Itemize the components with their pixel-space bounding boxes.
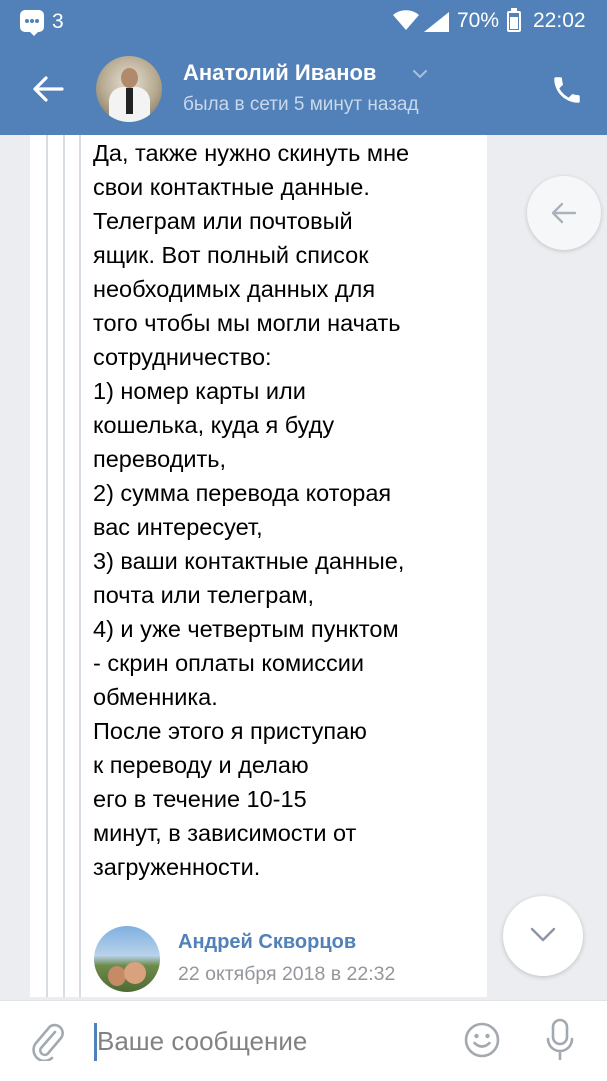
chat-header: Анатолий Иванов была в сети 5 минут наза… bbox=[0, 44, 607, 135]
message-text: Да, также нужно скинуть мне свои контакт… bbox=[93, 136, 473, 884]
message-line: загруженности. bbox=[93, 854, 261, 880]
forward-indicator-line bbox=[79, 135, 81, 997]
wifi-icon bbox=[393, 10, 419, 30]
message-line: 2) сумма перевода которая bbox=[93, 480, 392, 506]
message-line: ящик. Вот полный список bbox=[93, 242, 369, 268]
message-line: свои контактные данные. bbox=[93, 174, 370, 200]
message-line: кошелька, куда я буду bbox=[93, 412, 335, 438]
contact-avatar[interactable] bbox=[96, 56, 162, 122]
message-notification-icon bbox=[20, 10, 44, 36]
message-line: к переводу и делаю bbox=[93, 752, 309, 778]
message-line: - скрин оплаты комиссии bbox=[93, 650, 364, 676]
contact-status: была в сети 5 минут назад bbox=[183, 94, 419, 115]
message-line: почта или телеграм, bbox=[93, 582, 315, 608]
forwarded-sender-avatar[interactable] bbox=[94, 926, 160, 992]
back-arrow-icon[interactable] bbox=[30, 73, 66, 105]
status-bar: 3 70% 22:02 bbox=[0, 0, 607, 44]
microphone-icon[interactable] bbox=[545, 1018, 575, 1062]
message-composer bbox=[0, 1000, 607, 1081]
forwarded-sender-name[interactable]: Андрей Скворцов bbox=[178, 931, 356, 954]
clock: 22:02 bbox=[533, 9, 586, 32]
message-line: вас интересует, bbox=[93, 514, 263, 540]
message-line: 3) ваши контактные данные, bbox=[93, 548, 405, 574]
message-line: 4) и уже четвертым пунктом bbox=[93, 616, 399, 642]
message-line: Да, также нужно скинуть мне bbox=[93, 140, 410, 166]
contact-name[interactable]: Анатолий Иванов bbox=[183, 60, 376, 86]
phone-icon[interactable] bbox=[550, 73, 584, 107]
scroll-back-button[interactable] bbox=[527, 176, 601, 250]
paperclip-icon[interactable] bbox=[30, 1021, 66, 1061]
scroll-down-icon bbox=[530, 927, 556, 942]
message-line: Телеграм или почтовый bbox=[93, 208, 353, 234]
message-line: сотрудничество: bbox=[93, 344, 272, 370]
message-line: минут, в зависимости от bbox=[93, 820, 357, 846]
battery-percent: 70% bbox=[457, 9, 500, 32]
forward-indicator-line bbox=[46, 135, 48, 997]
chevron-down-icon[interactable] bbox=[412, 69, 428, 79]
scroll-down-button[interactable] bbox=[503, 896, 583, 976]
signal-icon bbox=[424, 12, 449, 32]
message-line: 1) номер карты или bbox=[93, 378, 306, 404]
notification-count: 3 bbox=[52, 10, 64, 33]
emoji-icon[interactable] bbox=[463, 1021, 501, 1059]
message-line: переводить, bbox=[93, 446, 227, 472]
message-line: После этого я приступаю bbox=[93, 718, 367, 744]
message-line: того чтобы мы могли начать bbox=[93, 310, 401, 336]
message-input[interactable] bbox=[94, 1019, 447, 1063]
forward-indicator-line bbox=[63, 135, 65, 997]
scroll-back-icon bbox=[551, 202, 577, 224]
message-line: необходимых данных для bbox=[93, 276, 376, 302]
forwarded-date: 22 октября 2018 в 22:32 bbox=[178, 963, 396, 985]
message-line: его в течение 10-15 bbox=[93, 786, 307, 812]
message-line: обменника. bbox=[93, 684, 218, 710]
battery-icon bbox=[507, 8, 521, 32]
